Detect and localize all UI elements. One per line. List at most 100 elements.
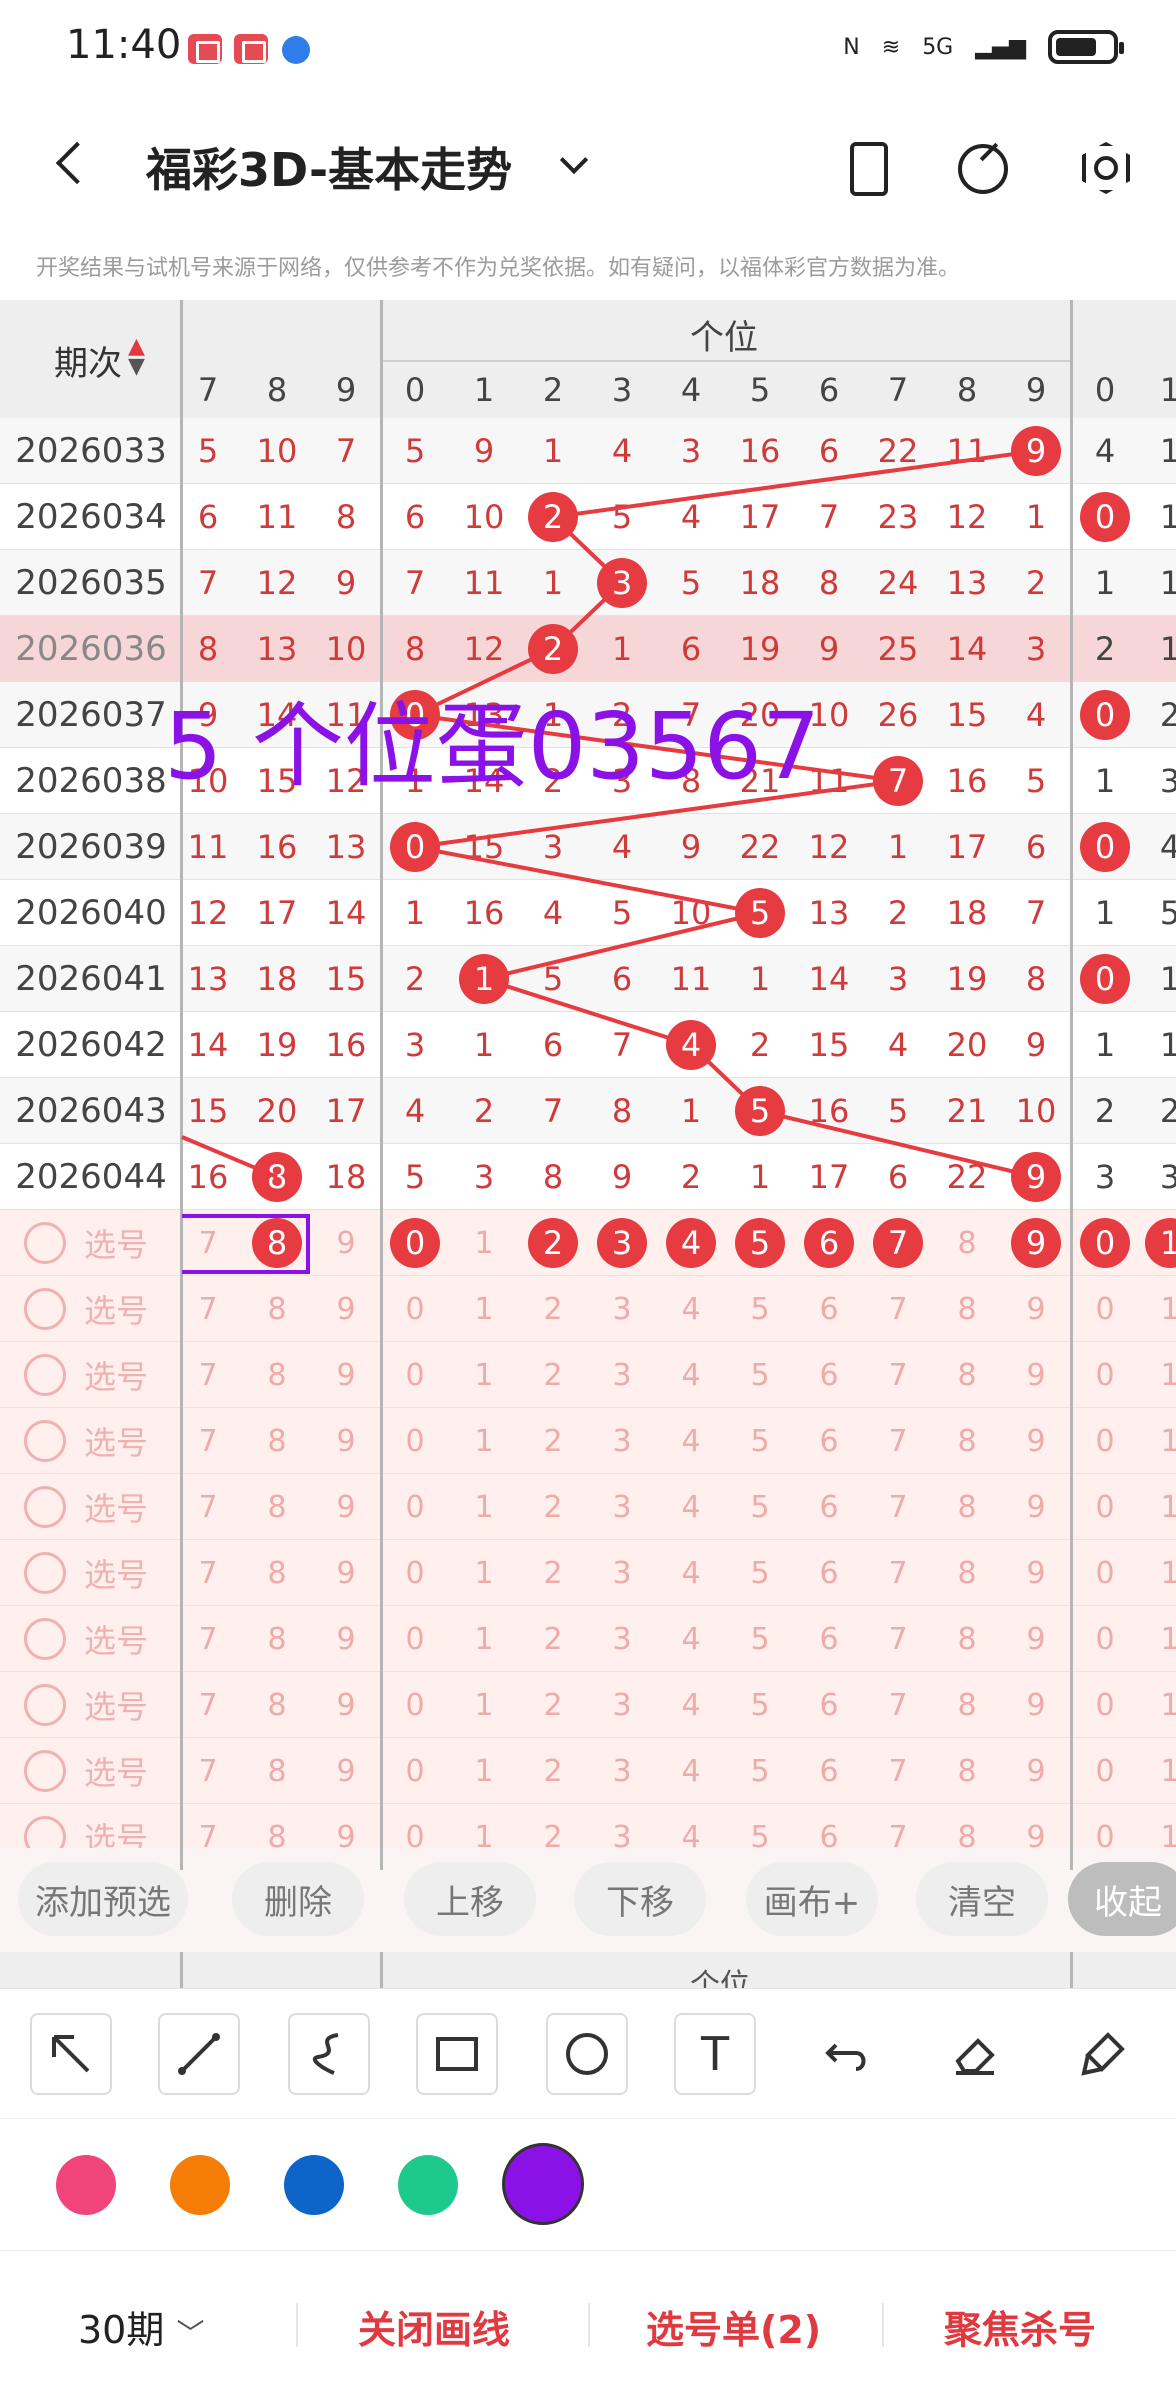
select-number[interactable]: 0 — [385, 1276, 445, 1342]
select-radio[interactable] — [24, 1354, 66, 1396]
canvas-plus-button[interactable]: 画布+ — [746, 1862, 878, 1936]
focus-kill-button[interactable]: 聚焦杀号 — [944, 2299, 1096, 2354]
select-number[interactable]: 7 — [868, 1672, 928, 1738]
select-ball[interactable]: 9 — [1011, 1218, 1061, 1268]
line-icon[interactable] — [158, 2013, 240, 2095]
select-number[interactable]: 1 — [1140, 1606, 1176, 1672]
text-icon[interactable]: T — [674, 2013, 756, 2095]
select-number[interactable]: 5 — [730, 1408, 790, 1474]
select-number[interactable]: 9 — [1006, 1738, 1066, 1804]
select-number[interactable]: 3 — [592, 1276, 652, 1342]
select-list-button[interactable]: 选号单(2) — [646, 2299, 821, 2354]
select-number[interactable]: 2 — [523, 1540, 583, 1606]
select-number[interactable]: 7 — [868, 1408, 928, 1474]
select-number[interactable]: 2 — [523, 1342, 583, 1408]
rectangle-icon[interactable] — [416, 2013, 498, 2095]
select-number[interactable]: 7 — [178, 1342, 238, 1408]
move-down-button[interactable]: 下移 — [574, 1862, 706, 1936]
select-number[interactable]: 6 — [799, 1276, 859, 1342]
select-number[interactable]: 9 — [1006, 1606, 1066, 1672]
select-number[interactable]: 8 — [937, 1606, 997, 1672]
select-number[interactable]: 3 — [592, 1342, 652, 1408]
select-number[interactable]: 9 — [316, 1210, 376, 1276]
select-number[interactable]: 2 — [523, 1672, 583, 1738]
period-count-select[interactable]: 30期 ﹀ — [78, 2299, 204, 2354]
select-number[interactable]: 5 — [730, 1606, 790, 1672]
select-number[interactable]: 0 — [1075, 1408, 1135, 1474]
select-radio[interactable] — [24, 1684, 66, 1726]
select-number[interactable]: 1 — [454, 1540, 514, 1606]
select-number[interactable]: 6 — [799, 1408, 859, 1474]
select-radio[interactable] — [24, 1750, 66, 1792]
select-number[interactable]: 8 — [937, 1276, 997, 1342]
select-number[interactable]: 1 — [1140, 1738, 1176, 1804]
select-number[interactable]: 8 — [247, 1474, 307, 1540]
select-number[interactable]: 7 — [178, 1474, 238, 1540]
select-number[interactable]: 6 — [799, 1474, 859, 1540]
undo-icon[interactable] — [806, 2013, 888, 2095]
select-number[interactable]: 7 — [868, 1276, 928, 1342]
select-number[interactable]: 5 — [730, 1474, 790, 1540]
select-number[interactable]: 8 — [247, 1342, 307, 1408]
select-radio[interactable] — [24, 1222, 66, 1264]
select-radio[interactable] — [24, 1486, 66, 1528]
select-number[interactable]: 7 — [868, 1738, 928, 1804]
select-number[interactable]: 0 — [385, 1606, 445, 1672]
select-number[interactable]: 1 — [454, 1342, 514, 1408]
select-number[interactable]: 9 — [316, 1474, 376, 1540]
select-radio[interactable] — [24, 1552, 66, 1594]
select-number[interactable]: 1 — [454, 1672, 514, 1738]
delete-button[interactable]: 删除 — [232, 1862, 364, 1936]
select-number[interactable]: 5 — [730, 1342, 790, 1408]
color-swatch[interactable] — [502, 2143, 584, 2225]
collapse-button[interactable]: 收起 — [1068, 1862, 1176, 1936]
select-number[interactable]: 6 — [799, 1738, 859, 1804]
select-number[interactable]: 7 — [178, 1606, 238, 1672]
select-number[interactable]: 4 — [661, 1672, 721, 1738]
select-radio[interactable] — [24, 1420, 66, 1462]
select-number[interactable]: 3 — [592, 1672, 652, 1738]
select-number[interactable]: 1 — [454, 1606, 514, 1672]
select-number[interactable]: 2 — [523, 1738, 583, 1804]
select-number[interactable]: 7 — [178, 1408, 238, 1474]
select-number[interactable]: 0 — [1075, 1738, 1135, 1804]
clear-icon[interactable] — [1062, 2013, 1144, 2095]
select-number[interactable]: 9 — [316, 1342, 376, 1408]
select-number[interactable]: 4 — [661, 1408, 721, 1474]
select-number[interactable]: 6 — [799, 1342, 859, 1408]
select-number[interactable]: 7 — [178, 1738, 238, 1804]
select-number[interactable]: 7 — [178, 1276, 238, 1342]
select-number[interactable]: 0 — [385, 1738, 445, 1804]
select-ball[interactable]: 4 — [666, 1218, 716, 1268]
select-number[interactable]: 5 — [730, 1276, 790, 1342]
select-ball[interactable]: 5 — [735, 1218, 785, 1268]
select-number[interactable]: 0 — [1075, 1276, 1135, 1342]
select-number[interactable]: 4 — [661, 1540, 721, 1606]
select-number[interactable]: 8 — [247, 1606, 307, 1672]
select-number[interactable]: 3 — [592, 1408, 652, 1474]
select-number[interactable]: 8 — [937, 1342, 997, 1408]
select-number[interactable]: 1 — [1140, 1342, 1176, 1408]
select-number[interactable]: 1 — [1140, 1474, 1176, 1540]
select-number[interactable]: 9 — [316, 1408, 376, 1474]
select-number[interactable]: 9 — [316, 1540, 376, 1606]
select-ball[interactable]: 0 — [1080, 1218, 1130, 1268]
select-number[interactable]: 7 — [178, 1672, 238, 1738]
select-number[interactable]: 9 — [316, 1276, 376, 1342]
color-swatch[interactable] — [398, 2155, 458, 2215]
select-number[interactable]: 2 — [523, 1408, 583, 1474]
select-number[interactable]: 8 — [247, 1276, 307, 1342]
select-number[interactable]: 8 — [937, 1540, 997, 1606]
select-number[interactable]: 9 — [1006, 1474, 1066, 1540]
select-number[interactable]: 0 — [1075, 1672, 1135, 1738]
select-number[interactable]: 4 — [661, 1276, 721, 1342]
select-number[interactable]: 8 — [937, 1474, 997, 1540]
select-radio[interactable] — [24, 1618, 66, 1660]
select-number[interactable]: 7 — [868, 1606, 928, 1672]
select-number[interactable]: 9 — [1006, 1540, 1066, 1606]
select-number[interactable]: 8 — [937, 1408, 997, 1474]
select-number[interactable]: 1 — [1140, 1276, 1176, 1342]
close-line-button[interactable]: 关闭画线 — [358, 2299, 510, 2354]
select-number[interactable]: 9 — [1006, 1276, 1066, 1342]
select-number[interactable]: 3 — [592, 1606, 652, 1672]
